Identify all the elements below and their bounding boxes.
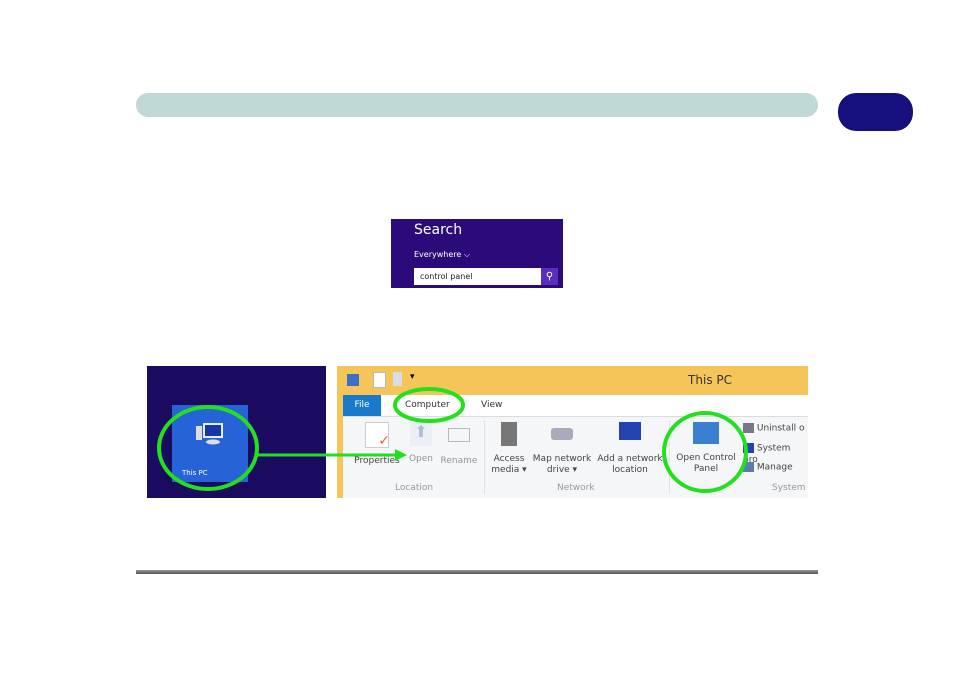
highlight-circle-this-pc — [157, 405, 259, 491]
highlight-circle-computer-tab — [393, 387, 465, 423]
highlight-circle-control-panel — [662, 411, 748, 493]
arrow-head-icon — [395, 449, 407, 461]
footer-rule — [136, 570, 818, 574]
